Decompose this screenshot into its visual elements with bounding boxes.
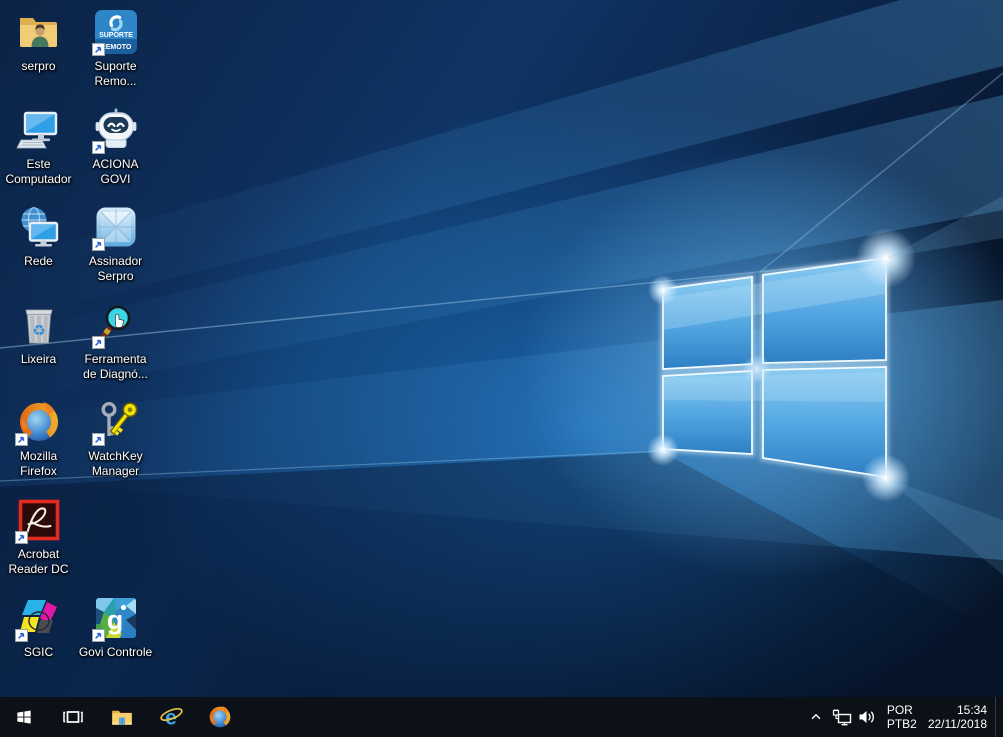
chevron-up-icon: [809, 710, 823, 724]
shortcut-arrow-icon: [91, 238, 105, 252]
desktop-icon-watchkey-manager[interactable]: WatchKey Manager: [77, 396, 154, 479]
svg-text:♻: ♻: [32, 321, 45, 339]
shortcut-arrow-icon: [14, 628, 28, 642]
desktop-icon-rede[interactable]: Rede: [0, 201, 77, 269]
shortcut-arrow-icon: [14, 433, 28, 447]
suporte-tile-icon: SUPORTE REMOTO: [91, 8, 140, 56]
desktop-icon-serpro[interactable]: serpro: [0, 6, 77, 74]
internet-explorer-icon: e: [158, 704, 184, 730]
magnifier-hand-icon: [91, 301, 140, 349]
shortcut-arrow-icon: [91, 433, 105, 447]
desktop-icon-sgic[interactable]: SGIC: [0, 592, 77, 660]
desktop-icon-grid: serpro SUPORTE REMOTO Suporte Remo... Este C…: [0, 0, 1003, 697]
desktop[interactable]: serpro SUPORTE REMOTO Suporte Remo... Este C…: [0, 0, 1003, 697]
taskbar: e POR PTB2 15:34 22/11/2018: [0, 697, 1003, 737]
taskbar-internet-explorer-button[interactable]: e: [146, 697, 195, 737]
desktop-icon-mozilla-firefox[interactable]: Mozilla Firefox: [0, 396, 77, 479]
taskbar-task-view-button[interactable]: [48, 697, 97, 737]
desktop-icon-label: Lixeira: [20, 351, 57, 366]
keyboard-layout-code: PTB2: [886, 717, 917, 731]
speaker-icon: [858, 709, 877, 725]
shortcut-arrow-icon: [14, 531, 28, 544]
this-pc-icon: [15, 106, 63, 154]
acrobat-icon: [14, 496, 63, 544]
firefox-icon: [14, 398, 63, 447]
faceted-tile-icon: [91, 203, 140, 252]
shortcut-arrow-icon: [91, 628, 105, 642]
robot-icon: [91, 106, 140, 154]
desktop-icon-label: Assinador Serpro: [88, 254, 143, 284]
folder-user-icon: [15, 8, 63, 56]
desktop-icon-label: Acrobat Reader DC: [8, 547, 69, 576]
svg-text:g: g: [106, 605, 123, 635]
tray-volume[interactable]: [855, 697, 881, 737]
desktop-icon-label: Mozilla Firefox: [19, 449, 58, 479]
desktop-icon-label: Rede: [24, 254, 53, 269]
cmyk-shapes-icon: [14, 594, 63, 642]
desktop-icon-label: WatchKey Manager: [88, 449, 143, 479]
taskbar-start-button[interactable]: [0, 697, 48, 737]
windows-desktop-screen: serpro SUPORTE REMOTO Suporte Remo... Este C…: [0, 0, 1003, 737]
network-pc-icon: [15, 203, 63, 251]
desktop-icon-ferramenta-diagnostico[interactable]: Ferramenta de Diagnó...: [77, 299, 154, 382]
start-icon: [14, 707, 34, 727]
recycle-bin-icon: ♻: [15, 301, 63, 349]
desktop-icon-acrobat-reader-dc[interactable]: Acrobat Reader DC: [0, 494, 77, 577]
desktop-icon-label: SGIC: [23, 644, 54, 659]
tray-icons: [803, 697, 881, 737]
task-view-icon: [61, 705, 85, 729]
govi-tile-icon: g: [91, 594, 140, 642]
desktop-icon-label: Este Computador: [5, 156, 72, 186]
desktop-icon-label: Ferramenta de Diagnó...: [83, 351, 148, 381]
taskbar-quick-launch: e: [0, 697, 244, 737]
shortcut-arrow-icon: [91, 43, 105, 56]
shortcut-arrow-icon: [91, 140, 105, 154]
desktop-icon-suporte-remoto[interactable]: SUPORTE REMOTO Suporte Remo...: [77, 6, 154, 89]
svg-text:REMOTO: REMOTO: [100, 44, 131, 51]
desktop-icon-assinador-serpro[interactable]: Assinador Serpro: [77, 201, 154, 284]
desktop-icon-lixeira[interactable]: ♻ Lixeira: [0, 299, 77, 367]
desktop-icon-label: Suporte Remo...: [94, 59, 137, 88]
taskbar-file-explorer-button[interactable]: [97, 697, 146, 737]
desktop-icon-label: serpro: [21, 59, 56, 73]
firefox-logo-icon: [207, 704, 233, 730]
clock-time: 15:34: [956, 703, 987, 717]
tray-hidden-icons[interactable]: [803, 697, 829, 737]
svg-text:SUPORTE: SUPORTE: [99, 32, 133, 39]
keys-icon: [91, 398, 140, 447]
language-code: POR: [886, 703, 913, 717]
system-tray: POR PTB2 15:34 22/11/2018: [803, 697, 1003, 737]
desktop-icon-aciona-govi[interactable]: ACIONA GOVI: [77, 104, 154, 187]
desktop-icon-este-computador[interactable]: Este Computador: [0, 104, 77, 187]
file-explorer-icon: [109, 704, 135, 730]
clock-date: 22/11/2018: [927, 717, 987, 731]
taskbar-clock[interactable]: 15:34 22/11/2018: [924, 703, 995, 731]
desktop-icon-label: Govi Controle: [78, 644, 153, 659]
desktop-icon-label: ACIONA GOVI: [92, 156, 139, 186]
language-indicator[interactable]: POR PTB2: [881, 703, 924, 731]
desktop-icon-govi-controle[interactable]: g Govi Controle: [77, 592, 154, 660]
tray-network-status[interactable]: [829, 697, 855, 737]
taskbar-firefox-button[interactable]: [195, 697, 244, 737]
network-ethernet-icon: [832, 708, 852, 726]
show-desktop-button[interactable]: [995, 697, 1000, 737]
shortcut-arrow-icon: [91, 335, 105, 349]
